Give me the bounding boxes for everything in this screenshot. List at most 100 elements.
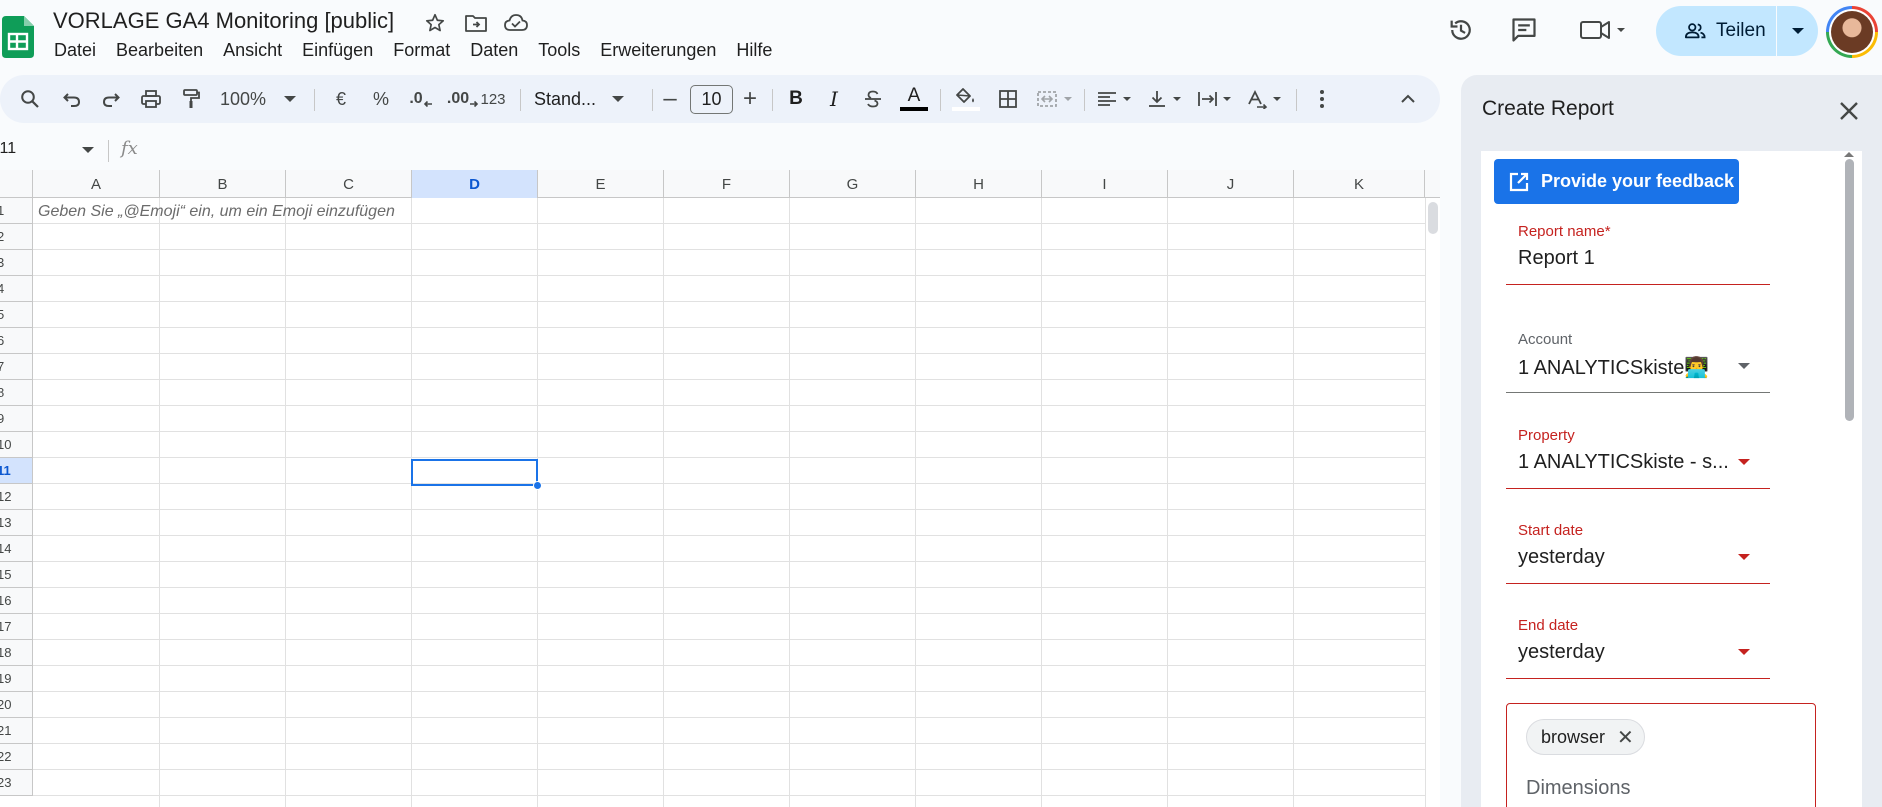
grid-scrollbar-thumb[interactable] xyxy=(1428,202,1438,234)
row-header-2[interactable]: 2 xyxy=(0,224,33,250)
font-size-input[interactable]: 10 xyxy=(690,85,733,114)
row-header-22[interactable]: 22 xyxy=(0,744,33,770)
search-menus-icon[interactable] xyxy=(14,75,46,123)
bold-button[interactable]: B xyxy=(784,75,808,123)
row-header-14[interactable]: 14 xyxy=(0,536,33,562)
share-dropdown-button[interactable] xyxy=(1777,6,1818,56)
column-header-c[interactable]: C xyxy=(286,170,412,198)
decrease-decimals-button[interactable]: .0 xyxy=(404,75,438,123)
menu-erweiterungen[interactable]: Erweiterungen xyxy=(590,38,726,62)
row-header-23[interactable]: 23 xyxy=(0,770,33,796)
row-header-17[interactable]: 17 xyxy=(0,614,33,640)
property-select[interactable]: Property 1 ANALYTICSkiste - s... xyxy=(1506,427,1770,489)
close-icon[interactable] xyxy=(1831,93,1867,129)
text-rotation-icon[interactable] xyxy=(1244,75,1288,123)
menu-bearbeiten[interactable]: Bearbeiten xyxy=(106,38,213,62)
column-header-k[interactable]: K xyxy=(1294,170,1425,198)
report-name-input[interactable]: Report 1 xyxy=(1518,247,1733,270)
spreadsheet-grid[interactable]: A B C D E F G H I J K 1 2 3 4 5 6 7 8 xyxy=(0,170,1440,807)
column-header-d[interactable]: D xyxy=(412,170,538,198)
share-main-button[interactable]: Teilen xyxy=(1656,6,1776,56)
increase-font-size-icon[interactable]: + xyxy=(738,75,762,123)
name-box[interactable]: D11 xyxy=(0,140,16,158)
vertical-align-icon[interactable] xyxy=(1144,75,1188,123)
document-title[interactable]: VORLAGE GA4 Monitoring [public] xyxy=(53,8,394,34)
row-header-18[interactable]: 18 xyxy=(0,640,33,666)
fill-color-icon[interactable] xyxy=(950,75,982,123)
row-header-7[interactable]: 7 xyxy=(0,354,33,380)
row-header-16[interactable]: 16 xyxy=(0,588,33,614)
meet-video-icon[interactable] xyxy=(1576,12,1632,48)
menu-ansicht[interactable]: Ansicht xyxy=(213,38,292,62)
row-header-8[interactable]: 8 xyxy=(0,380,33,406)
italic-button[interactable]: I xyxy=(822,75,846,123)
strikethrough-icon[interactable] xyxy=(860,75,886,123)
column-header-f[interactable]: F xyxy=(664,170,790,198)
font-family-select[interactable]: Stand... xyxy=(534,75,638,123)
cell-a1-placeholder[interactable]: Geben Sie „@Emoji“ ein, um ein Emoji ein… xyxy=(38,203,395,221)
dimension-chip-browser[interactable]: browser ✕ xyxy=(1526,719,1645,755)
more-options-icon[interactable] xyxy=(1310,75,1334,123)
column-header-h[interactable]: H xyxy=(916,170,1042,198)
menu-datei[interactable]: Datei xyxy=(44,38,106,62)
text-wrapping-icon[interactable] xyxy=(1194,75,1238,123)
column-header-g[interactable]: G xyxy=(790,170,916,198)
select-all-corner[interactable] xyxy=(0,170,33,198)
row-header-5[interactable]: 5 xyxy=(0,302,33,328)
row-header-1[interactable]: 1 xyxy=(0,198,33,224)
zoom-select[interactable]: 100% xyxy=(218,75,298,123)
row-header-21[interactable]: 21 xyxy=(0,718,33,744)
avatar[interactable] xyxy=(1826,6,1878,58)
selected-cell-d11[interactable] xyxy=(411,459,538,486)
column-header-b[interactable]: B xyxy=(160,170,286,198)
row-header-6[interactable]: 6 xyxy=(0,328,33,354)
fill-handle[interactable] xyxy=(533,481,542,490)
provide-feedback-button[interactable]: Provide your feedback xyxy=(1494,159,1739,204)
merge-cells-icon[interactable] xyxy=(1034,75,1078,123)
dimensions-input[interactable]: browser ✕ Dimensions xyxy=(1506,703,1816,807)
version-history-icon[interactable] xyxy=(1443,12,1479,48)
decrease-font-size-icon[interactable]: – xyxy=(658,75,682,123)
menu-hilfe[interactable]: Hilfe xyxy=(726,38,782,62)
hide-menus-chevron-up-icon[interactable] xyxy=(1394,75,1422,123)
cloud-saved-icon[interactable] xyxy=(502,10,530,36)
row-header-20[interactable]: 20 xyxy=(0,692,33,718)
row-header-12[interactable]: 12 xyxy=(0,484,33,510)
chip-remove-icon[interactable]: ✕ xyxy=(1617,725,1634,750)
text-color-button[interactable]: A xyxy=(898,75,930,123)
more-formats-button[interactable]: 123 xyxy=(480,75,506,123)
account-select[interactable]: Account 1 ANALYTICSkiste👨‍💻 xyxy=(1506,331,1770,393)
horizontal-align-icon[interactable] xyxy=(1094,75,1138,123)
print-icon[interactable] xyxy=(135,75,167,123)
panel-scrollbar-thumb[interactable] xyxy=(1845,159,1854,421)
comments-icon[interactable] xyxy=(1506,12,1542,48)
borders-icon[interactable] xyxy=(992,75,1024,123)
column-header-j[interactable]: J xyxy=(1168,170,1294,198)
end-date-select[interactable]: End date yesterday xyxy=(1506,617,1770,679)
report-name-field[interactable]: Report name* Report 1 xyxy=(1506,223,1770,285)
undo-icon[interactable] xyxy=(56,75,88,123)
format-currency-button[interactable]: € xyxy=(326,75,356,123)
increase-decimals-button[interactable]: .00 xyxy=(444,75,482,123)
row-header-15[interactable]: 15 xyxy=(0,562,33,588)
row-header-10[interactable]: 10 xyxy=(0,432,33,458)
column-header-i[interactable]: I xyxy=(1042,170,1168,198)
menu-einfuegen[interactable]: Einfügen xyxy=(292,38,383,62)
start-date-select[interactable]: Start date yesterday xyxy=(1506,522,1770,584)
redo-icon[interactable] xyxy=(95,75,127,123)
row-header-4[interactable]: 4 xyxy=(0,276,33,302)
row-header-11[interactable]: 11 xyxy=(0,458,33,484)
column-header-a[interactable]: A xyxy=(33,170,160,198)
star-icon[interactable] xyxy=(421,10,449,36)
sheets-logo-icon[interactable] xyxy=(2,16,34,58)
row-header-19[interactable]: 19 xyxy=(0,666,33,692)
formula-input[interactable] xyxy=(150,138,1430,164)
row-header-9[interactable]: 9 xyxy=(0,406,33,432)
name-box-dropdown-icon[interactable] xyxy=(82,147,94,154)
format-percent-button[interactable]: % xyxy=(366,75,396,123)
menu-format[interactable]: Format xyxy=(383,38,460,62)
menu-daten[interactable]: Daten xyxy=(460,38,528,62)
column-header-e[interactable]: E xyxy=(538,170,664,198)
menu-tools[interactable]: Tools xyxy=(528,38,590,62)
paint-format-icon[interactable] xyxy=(175,75,207,123)
